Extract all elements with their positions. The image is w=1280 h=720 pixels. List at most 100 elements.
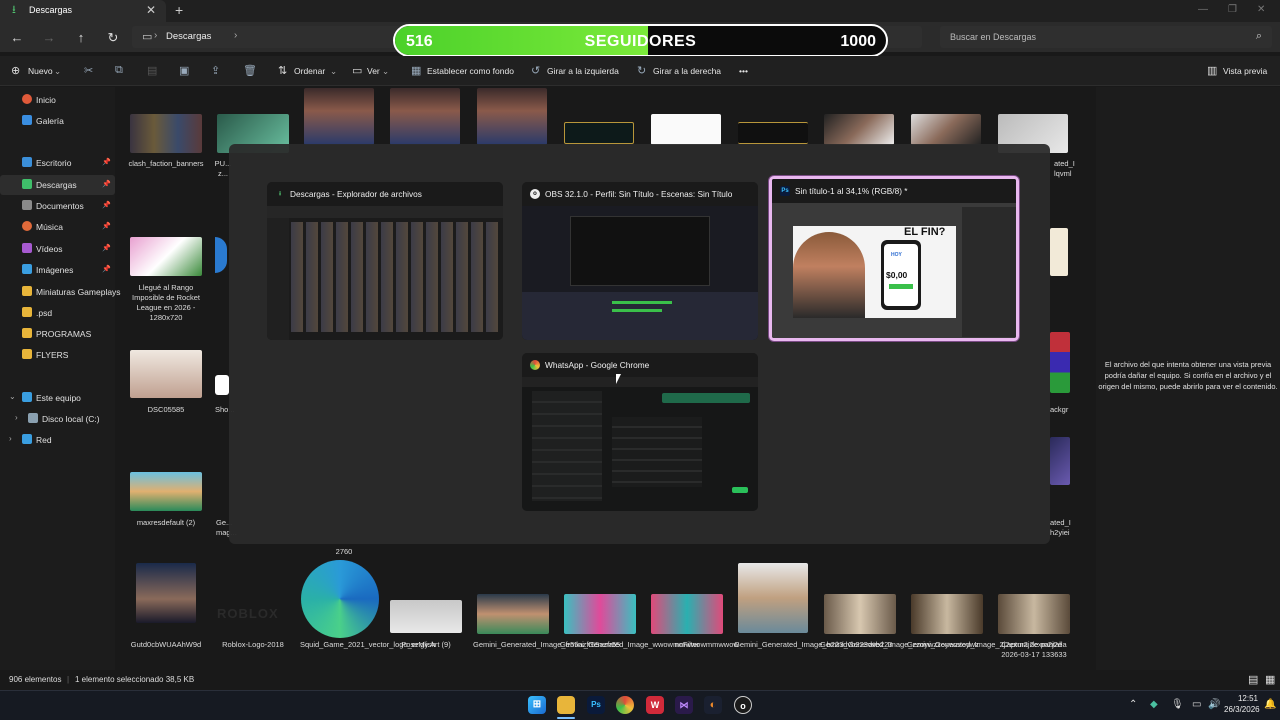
preview-pane-button[interactable]: Vista previa xyxy=(1223,66,1267,76)
sidebar-item-escritorio[interactable]: Escritorio 📌 xyxy=(0,153,115,173)
chevron-right-icon[interactable]: › xyxy=(15,413,18,422)
sidebar-item-miniaturas[interactable]: Miniaturas Gameplays xyxy=(0,282,121,302)
window-thumbnail-obs[interactable]: o OBS 32.1.0 - Perfil: Sin Título - Escen… xyxy=(522,182,758,340)
file-thumbnail[interactable] xyxy=(136,563,196,623)
tray-app-icon[interactable]: ◆ xyxy=(1150,699,1158,710)
window-thumbnail-explorer[interactable]: ⭳ Descargas - Explorador de archivos xyxy=(267,182,503,340)
close-tab-icon[interactable]: ✕ xyxy=(146,3,156,17)
sidebar-item-musica[interactable]: Música 📌 xyxy=(0,217,115,237)
tiles-view-icon[interactable]: ▦ xyxy=(1265,673,1275,686)
rotate-left-button[interactable]: Girar a la izquierda xyxy=(547,66,619,76)
rotate-right-button[interactable]: Girar a la derecha xyxy=(653,66,721,76)
sidebar-item-descargas[interactable]: Descargas 📌 xyxy=(0,175,115,195)
chevron-down-icon[interactable]: ⌄ xyxy=(9,392,16,401)
ps-canvas: EL FIN? HOY $0,00 xyxy=(793,226,956,318)
cut-icon[interactable]: ✂ xyxy=(84,64,93,77)
file-thumbnail[interactable] xyxy=(651,114,721,145)
file-thumbnail[interactable] xyxy=(824,594,896,634)
delete-icon[interactable]: 🗑 xyxy=(243,64,257,77)
blender-icon[interactable]: ◐ xyxy=(704,696,722,714)
file-thumbnail[interactable] xyxy=(738,122,808,144)
file-thumbnail[interactable] xyxy=(477,88,547,145)
file-thumbnail[interactable] xyxy=(738,563,808,633)
file-thumbnail[interactable] xyxy=(477,594,549,634)
paste-icon[interactable]: ▤ xyxy=(147,64,157,77)
file-thumbnail[interactable] xyxy=(564,594,636,634)
file-thumbnail[interactable] xyxy=(130,350,202,398)
sidebar-item-psd[interactable]: .psd xyxy=(0,303,115,323)
new-button[interactable]: Nuevo xyxy=(28,66,53,76)
file-thumbnail[interactable] xyxy=(1050,228,1068,276)
sidebar-item-imagenes[interactable]: Imágenes 📌 xyxy=(0,260,115,280)
file-thumbnail[interactable] xyxy=(1050,437,1070,485)
start-button[interactable]: ⊞ xyxy=(528,696,546,714)
file-thumbnail[interactable] xyxy=(911,114,981,145)
photoshop-icon[interactable]: Ps xyxy=(587,696,605,714)
rename-icon[interactable]: ▣ xyxy=(179,64,189,77)
maximize-button[interactable]: ❐ xyxy=(1228,4,1237,15)
search-input[interactable]: Buscar en Descargas ⌕ xyxy=(940,26,1272,48)
folder-icon xyxy=(22,328,32,338)
file-thumbnail[interactable] xyxy=(130,237,202,276)
edge-logo[interactable] xyxy=(301,560,379,638)
sidebar-item-red[interactable]: › Red xyxy=(0,430,115,450)
wps-icon[interactable]: W xyxy=(646,696,664,714)
sidebar-item-disco-local[interactable]: › Disco local (C:) xyxy=(0,409,115,429)
volume-icon[interactable]: 🔊 xyxy=(1208,699,1220,710)
file-explorer-icon[interactable] xyxy=(557,696,575,714)
roblox-logo[interactable]: ROBLOX xyxy=(217,607,287,621)
file-thumbnail[interactable] xyxy=(651,594,723,634)
file-thumbnail[interactable] xyxy=(215,237,227,273)
more-options-button[interactable]: ••• xyxy=(739,66,748,76)
obs-icon[interactable]: o xyxy=(734,696,752,714)
set-background-button[interactable]: Establecer como fondo xyxy=(427,66,514,76)
window-thumbnail-photoshop[interactable]: Ps Sin título-1 al 34,1% (RGB/8) * EL FIN… xyxy=(769,176,1019,341)
file-thumbnail[interactable] xyxy=(564,122,634,144)
status-divider: | xyxy=(67,675,70,684)
sidebar-item-documentos[interactable]: Documentos 📌 xyxy=(0,196,115,216)
breadcrumb-descargas[interactable]: Descargas xyxy=(166,31,211,42)
sidebar-item-este-equipo[interactable]: ⌄ Este equipo xyxy=(0,388,115,408)
notifications-icon[interactable]: 🔔 xyxy=(1264,699,1276,710)
share-icon[interactable]: ⇪ xyxy=(211,64,220,77)
file-thumbnail[interactable] xyxy=(911,594,983,634)
file-thumbnail[interactable] xyxy=(390,600,462,633)
minimize-button[interactable]: — xyxy=(1198,4,1208,15)
app-icon[interactable]: ⋈ xyxy=(675,696,693,714)
back-button[interactable]: ← xyxy=(9,30,25,45)
file-thumbnail[interactable] xyxy=(390,88,460,145)
sidebar-item-flyers[interactable]: FLYERS xyxy=(0,345,115,365)
network-icon[interactable]: ▭ xyxy=(1192,699,1201,710)
chevron-right-icon[interactable]: › xyxy=(9,434,12,443)
forward-button[interactable]: → xyxy=(41,30,57,45)
shopify-icon[interactable] xyxy=(215,375,229,395)
tab-descargas[interactable]: ⭳ Descargas ✕ xyxy=(0,0,166,22)
file-thumbnail[interactable] xyxy=(130,114,202,153)
details-view-icon[interactable]: ▤ xyxy=(1248,673,1258,686)
microphone-icon[interactable]: 🎙 xyxy=(1171,699,1184,710)
sort-button[interactable]: Ordenar xyxy=(294,66,325,76)
file-thumbnail[interactable] xyxy=(304,88,374,145)
sidebar-item-galeria[interactable]: Galería xyxy=(0,111,115,131)
show-hidden-icons[interactable]: ⌃ xyxy=(1129,699,1137,710)
ps-price: $0,00 xyxy=(886,270,908,280)
new-tab-button[interactable]: + xyxy=(175,2,183,18)
chrome-icon[interactable] xyxy=(616,696,634,714)
plus-circle-icon: ⊕ xyxy=(11,65,21,77)
file-thumbnail[interactable] xyxy=(998,594,1070,634)
file-thumbnail[interactable] xyxy=(1050,332,1070,393)
clock-time[interactable]: 12:51 xyxy=(1228,694,1258,703)
sidebar-item-videos[interactable]: Vídeos 📌 xyxy=(0,239,115,259)
refresh-button[interactable]: ↻ xyxy=(105,30,121,46)
up-button[interactable]: ↑ xyxy=(73,30,89,45)
sidebar-item-inicio[interactable]: Inicio xyxy=(0,90,115,110)
window-thumbnail-chrome[interactable]: WhatsApp - Google Chrome xyxy=(522,353,758,511)
clock-date[interactable]: 26/3/2026 xyxy=(1224,705,1260,714)
sidebar-item-programas[interactable]: PROGRAMAS xyxy=(0,324,115,344)
file-thumbnail[interactable] xyxy=(130,472,202,511)
obs-icon: o xyxy=(530,189,540,199)
copy-icon[interactable]: ⧉ xyxy=(115,64,123,77)
close-window-button[interactable]: ✕ xyxy=(1257,4,1265,15)
file-thumbnail[interactable] xyxy=(824,114,894,145)
view-button[interactable]: Ver xyxy=(367,66,380,76)
